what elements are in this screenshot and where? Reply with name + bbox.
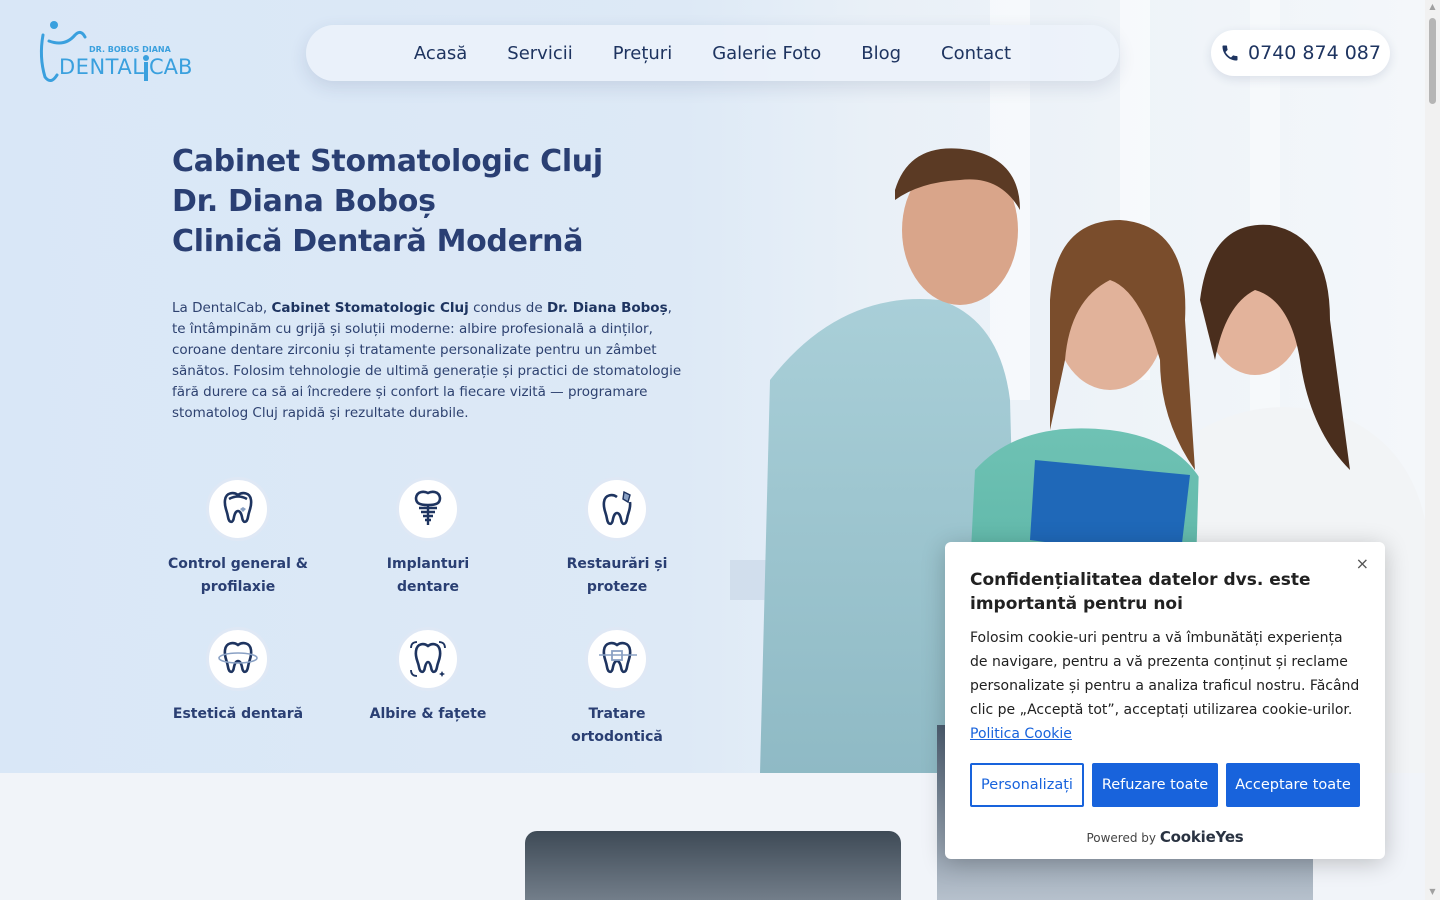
customize-button[interactable]: Personalizați — [970, 763, 1084, 807]
service-label-line-2: proteze — [586, 579, 648, 595]
main-navigation: Acasă Servicii Prețuri Galerie Foto Blog… — [306, 25, 1119, 81]
title-line-1: Cabinet Stomatologic Cluj — [172, 144, 603, 179]
intro-bold-2: Dr. Diana Boboș — [546, 300, 668, 316]
service-label-line-1: Control general & — [168, 556, 308, 572]
intro-paragraph: La DentalCab, Cabinet Stomatologic Cluj … — [172, 298, 684, 424]
tooth-braces-icon — [599, 641, 637, 674]
service-label-line-2: ortodontică — [571, 729, 663, 745]
nav-galerie-foto[interactable]: Galerie Foto — [712, 43, 821, 64]
service-restaurari[interactable]: Restaurări și proteze — [537, 477, 697, 599]
tooth-aesthetic-icon — [218, 641, 258, 674]
service-label-line-1: Estetică dentară — [172, 706, 304, 722]
tooth-implant-icon — [414, 490, 442, 525]
powered-by: Powered by CookieYes — [945, 828, 1385, 846]
accept-all-button[interactable]: Acceptare toate — [1226, 763, 1360, 807]
nav-acasa[interactable]: Acasă — [414, 43, 467, 64]
nav-contact[interactable]: Contact — [941, 43, 1011, 64]
service-implanturi[interactable]: Implanturi dentare — [348, 477, 508, 599]
cookie-text: Folosim cookie-uri pentru a vă îmbunătăț… — [970, 626, 1360, 746]
page-scrollbar[interactable] — [1425, 0, 1440, 900]
reject-all-button[interactable]: Refuzare toate — [1092, 763, 1218, 807]
service-label-line-1: Tratare — [588, 706, 646, 722]
tooth-restoration-icon — [602, 490, 632, 526]
nav-blog[interactable]: Blog — [861, 43, 901, 64]
service-ortodontie[interactable]: Tratare ortodontică — [537, 627, 697, 749]
intro-text-1: La DentalCab, — [172, 300, 272, 316]
cookie-consent-banner: × Confidențialitatea datelor dvs. este i… — [945, 542, 1385, 859]
cookie-title: Confidențialitatea datelor dvs. este imp… — [970, 570, 1311, 614]
cookie-body: Folosim cookie-uri pentru a vă îmbunătăț… — [970, 630, 1360, 718]
intro-text-2: condus de — [468, 300, 547, 316]
gallery-card-1[interactable] — [525, 831, 901, 900]
service-label-line-2: dentare — [396, 579, 460, 595]
tooth-whitening-icon — [410, 641, 446, 677]
tooth-check-icon — [223, 491, 253, 524]
powered-by-label: Powered by — [1086, 831, 1157, 845]
svg-text:DENTAL: DENTAL — [59, 55, 144, 79]
service-label-line-1: Albire & fațete — [369, 706, 487, 722]
title-line-2: Dr. Diana Boboș — [172, 184, 436, 219]
scroll-up-icon[interactable]: ▲ — [1428, 3, 1437, 11]
service-estetica[interactable]: Estetică dentară — [158, 627, 318, 726]
page-title: Cabinet Stomatologic Cluj Dr. Diana Bobo… — [172, 142, 603, 262]
nav-preturi[interactable]: Prețuri — [613, 43, 672, 64]
close-icon[interactable]: × — [1356, 554, 1369, 573]
cookieyes-logo: CookieYes — [1159, 828, 1244, 846]
phone-icon — [1222, 45, 1238, 61]
phone-number: 0740 874 087 — [1248, 42, 1381, 64]
service-albire[interactable]: Albire & fațete — [348, 627, 508, 726]
cookie-policy-link[interactable]: Politica Cookie — [970, 726, 1072, 742]
service-label-line-1: Implanturi — [386, 556, 470, 572]
intro-bold-1: Cabinet Stomatologic Cluj — [271, 300, 469, 316]
svg-text:DR. BOBOS DIANA: DR. BOBOS DIANA — [89, 45, 172, 54]
intro-text-3: , te întâmpinăm cu grijă și soluții mode… — [172, 300, 682, 421]
service-control-general[interactable]: Control general & profilaxie — [158, 477, 318, 599]
svg-text:CAB: CAB — [149, 55, 192, 79]
cookie-buttons: Personalizați Refuzare toate Acceptare t… — [970, 763, 1360, 807]
service-label-line-2: profilaxie — [200, 579, 276, 595]
scroll-down-icon[interactable]: ▼ — [1428, 888, 1437, 896]
nav-servicii[interactable]: Servicii — [507, 43, 572, 64]
scrollbar-thumb[interactable] — [1429, 18, 1436, 104]
title-line-3: Clinică Dentară Modernă — [172, 224, 584, 259]
phone-button[interactable]: 0740 874 087 — [1211, 30, 1390, 76]
service-label-line-1: Restaurări și — [566, 556, 668, 572]
dentalcab-logo[interactable]: DR. BOBOS DIANA DENTAL CAB — [37, 17, 197, 87]
